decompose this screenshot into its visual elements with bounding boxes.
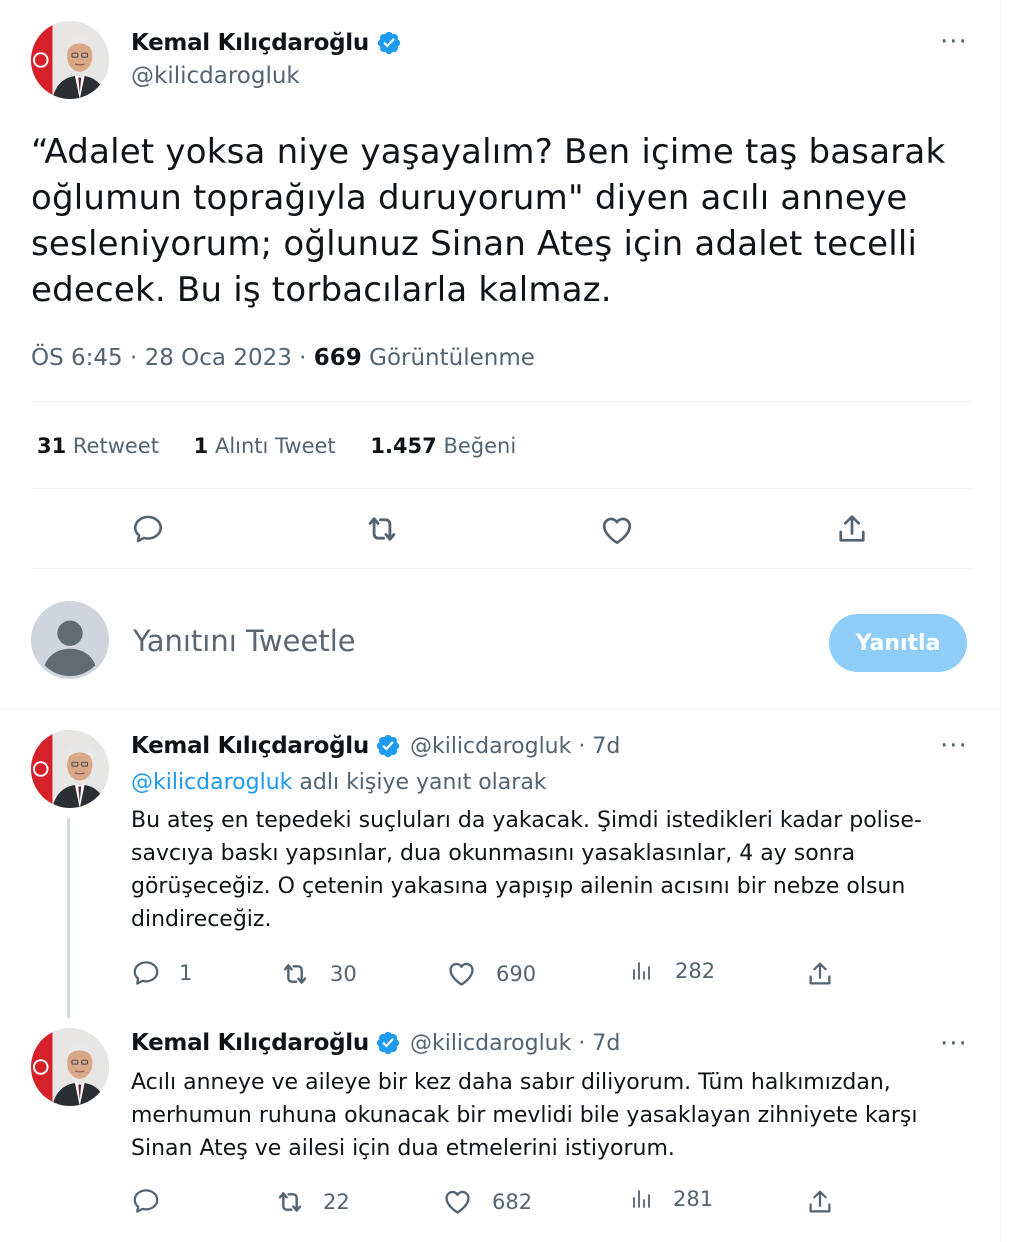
share-icon[interactable]	[805, 1187, 835, 1217]
quotes-stat[interactable]: 1 Alıntı Tweet	[194, 434, 336, 458]
tweet-time[interactable]: ÖS 6:45 · 28 Oca 2023 ·	[31, 345, 314, 371]
like-count: 682	[492, 1189, 533, 1214]
retweets-stat[interactable]: 31 Retweet	[37, 434, 159, 458]
author-handle[interactable]: @kilicdarogluk	[131, 63, 300, 89]
reply-author-avatar[interactable]	[31, 730, 109, 808]
more-options-icon[interactable]: ···	[940, 733, 968, 759]
views-count: 281	[673, 1187, 714, 1211]
verified-badge-icon	[375, 733, 401, 759]
more-options-icon[interactable]: ···	[940, 1031, 968, 1057]
reply-count: 1	[179, 961, 193, 985]
heart-icon	[442, 1186, 473, 1217]
views-chart-icon	[629, 958, 653, 984]
share-icon[interactable]	[805, 959, 835, 989]
retweet-action[interactable]: 30	[279, 958, 357, 990]
quote-label: Alıntı Tweet	[208, 434, 336, 458]
replying-to: @kilicdarogluk adlı kişiye yanıt olarak	[131, 770, 547, 795]
views-action[interactable]: 282	[629, 958, 715, 984]
reply-text: Bu ateş en tepedeki suçluları da yakacak…	[131, 808, 922, 932]
reply-input[interactable]: Yanıtını Tweetle	[133, 624, 783, 658]
quote-count: 1	[193, 434, 209, 458]
reply-handle-time[interactable]: @kilicdarogluk · 7d	[410, 734, 620, 759]
author-avatar[interactable]	[31, 21, 109, 99]
reply-action[interactable]	[131, 1186, 179, 1216]
tweet-stats: 31 Retweet 1 Alıntı Tweet 1.457 Beğeni	[37, 434, 516, 458]
retweet-count: 22	[323, 1190, 350, 1214]
retweet-icon	[279, 958, 311, 990]
views-action[interactable]: 281	[629, 1186, 713, 1212]
verified-badge-icon	[375, 1030, 401, 1056]
tweet-meta: ÖS 6:45 · 28 Oca 2023 · 669 Görüntülenme	[31, 345, 535, 371]
retweet-count: 31	[37, 434, 67, 458]
likes-stat[interactable]: 1.457 Beğeni	[370, 434, 516, 458]
reply-handle-time[interactable]: @kilicdarogluk · 7d	[410, 1031, 620, 1056]
share-icon[interactable]	[834, 511, 870, 547]
retweet-label: Retweet	[66, 434, 159, 458]
retweet-count: 30	[330, 962, 357, 986]
more-options-icon[interactable]: ···	[940, 29, 968, 55]
heart-icon	[446, 958, 477, 989]
like-action[interactable]: 682	[442, 1186, 532, 1217]
thread-connector-line	[67, 818, 70, 1018]
reply-icon	[131, 958, 161, 988]
reply-actions: 22 682 281	[131, 1186, 971, 1220]
tweet-text: “Adalet yoksa niye yaşayalım? Ben içime …	[31, 132, 946, 310]
divider	[31, 568, 972, 569]
reply-icon[interactable]	[131, 512, 165, 546]
like-label: Beğeni	[436, 434, 517, 458]
views-count: 669	[313, 345, 362, 371]
views-count: 282	[675, 959, 716, 983]
divider	[31, 488, 972, 489]
heart-icon[interactable]	[599, 512, 635, 548]
retweet-icon	[274, 1186, 306, 1218]
author-name-row[interactable]: Kemal Kılıçdaroğlu	[131, 30, 402, 56]
views-chart-icon	[629, 1186, 653, 1212]
verified-badge-icon	[376, 30, 402, 56]
reply-author-avatar[interactable]	[31, 1028, 109, 1106]
user-avatar[interactable]	[31, 601, 109, 679]
retweet-icon[interactable]	[363, 510, 401, 548]
replying-to-suffix: adlı kişiye yanıt olarak	[292, 770, 547, 795]
views-label: Görüntülenme	[361, 345, 535, 371]
reply-header: Kemal Kılıçdaroğlu @kilicdarogluk · 7d	[131, 733, 620, 759]
divider	[31, 401, 972, 402]
like-action[interactable]: 690	[446, 958, 536, 989]
reply-button[interactable]: Yanıtla	[829, 614, 967, 672]
reply-text: Acılı anneye ve aileye bir kez daha sabı…	[131, 1070, 918, 1161]
retweet-action[interactable]: 22	[274, 1186, 350, 1218]
divider	[0, 708, 1000, 709]
like-count: 1.457	[370, 434, 437, 458]
reply-actions: 1 30 690 282	[131, 958, 971, 992]
author-name[interactable]: Kemal Kılıçdaroğlu	[131, 30, 369, 56]
reply-header: Kemal Kılıçdaroğlu @kilicdarogluk · 7d	[131, 1030, 620, 1056]
reply-icon	[131, 1186, 161, 1216]
reply-action[interactable]: 1	[131, 958, 192, 988]
like-count: 690	[496, 961, 537, 986]
reply-author-name[interactable]: Kemal Kılıçdaroğlu	[131, 733, 369, 759]
reply-author-name[interactable]: Kemal Kılıçdaroğlu	[131, 1030, 369, 1056]
tweet-thread: Kemal Kılıçdaroğlu @kilicdarogluk ··· “A…	[0, 0, 1001, 1242]
replying-to-link[interactable]: @kilicdarogluk	[131, 770, 292, 795]
